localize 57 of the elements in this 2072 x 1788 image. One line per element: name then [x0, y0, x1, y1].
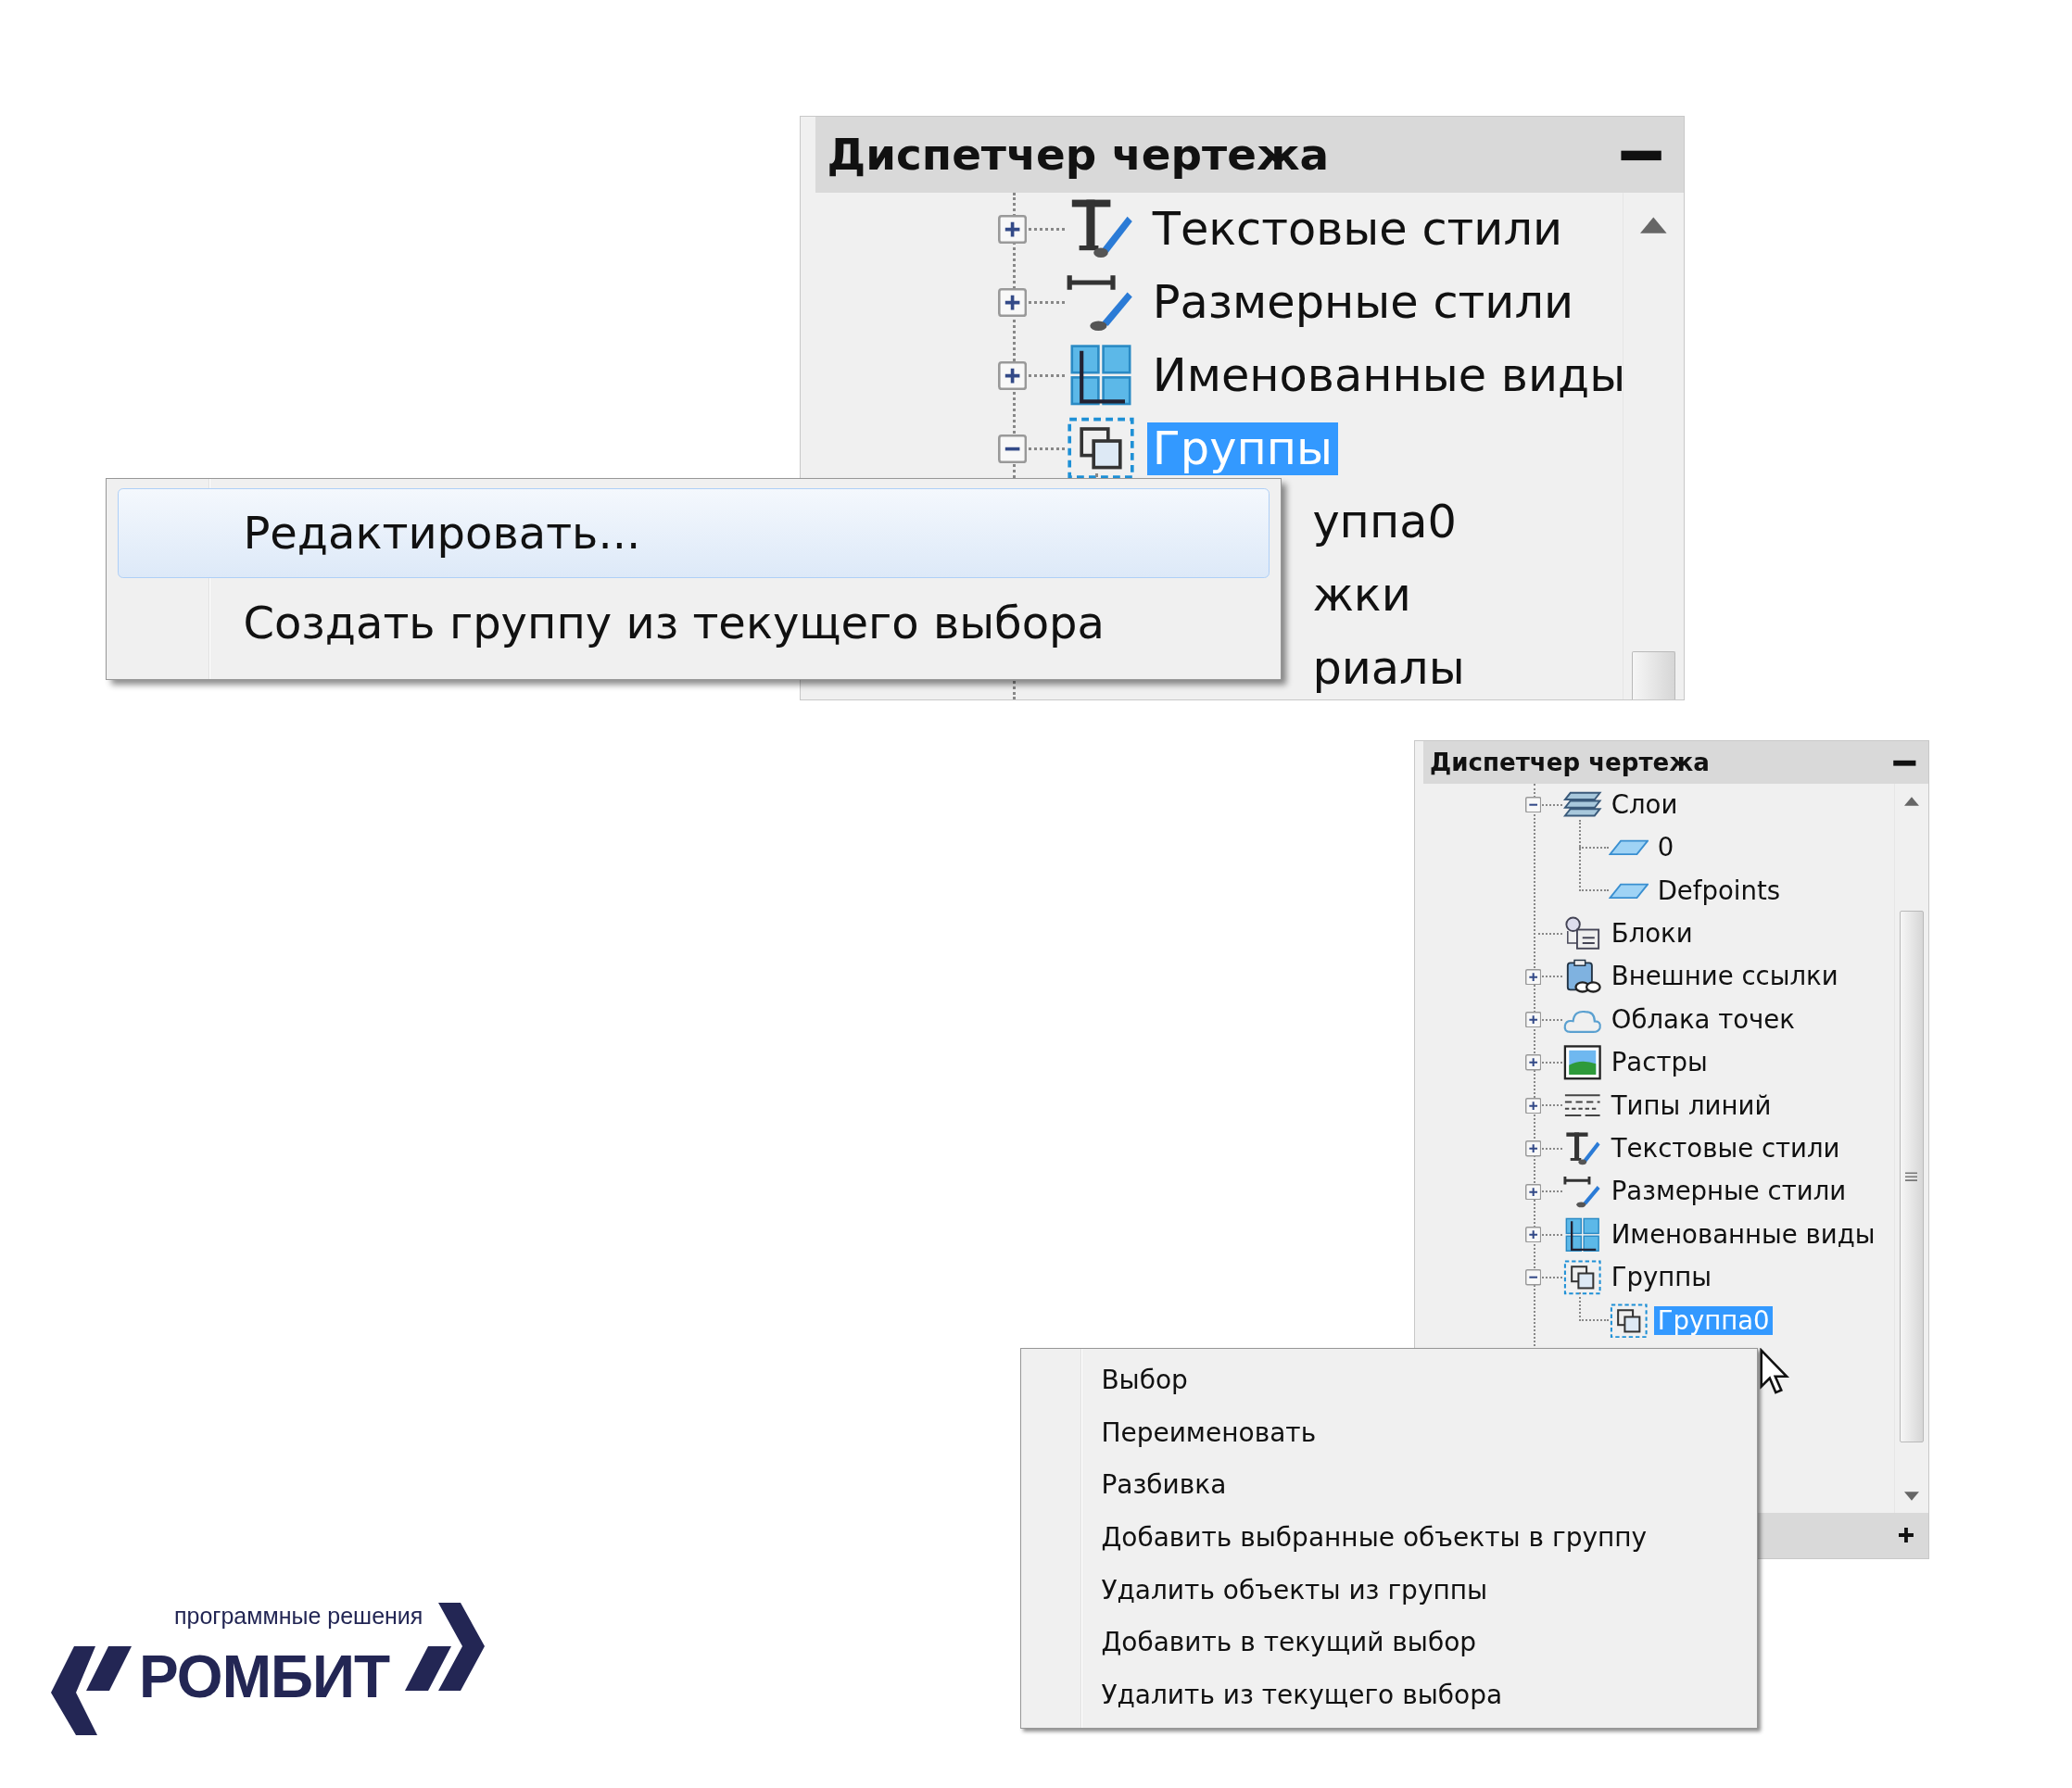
menu-item[interactable]: Добавить в текущий выбор [1028, 1616, 1750, 1668]
tree-item[interactable]: Облака точек [1608, 1004, 1799, 1035]
tree-item[interactable]: риалы [1307, 641, 1471, 695]
slash-icon [405, 1646, 451, 1691]
left-chevrons-icon [51, 1646, 133, 1736]
expand-icon[interactable] [1524, 1140, 1542, 1157]
logo-tagline: программные решения [174, 1602, 423, 1630]
tree-item[interactable]: жки [1307, 568, 1417, 622]
right-chevron-icon [438, 1603, 485, 1691]
scrollbar-thumb[interactable] [1632, 651, 1675, 699]
logo-name: РОМБИТ [139, 1644, 390, 1710]
collapse-icon[interactable] [1524, 1269, 1542, 1286]
tree-item[interactable]: Слои [1608, 789, 1681, 820]
cursor-icon [1759, 1348, 1790, 1396]
menu-item[interactable]: Удалить объекты из группы [1028, 1563, 1750, 1617]
panel-title: Диспетчер чертежа [827, 129, 1330, 180]
expand-icon[interactable] [1524, 1183, 1542, 1200]
tree-item[interactable]: Группы [1608, 1263, 1715, 1292]
panel-title: Диспетчер чертежа [1429, 748, 1710, 776]
image-icon [1561, 1045, 1603, 1080]
expand-icon[interactable] [998, 214, 1028, 244]
tree-item[interactable]: Блоки [1608, 919, 1696, 949]
tree-item[interactable]: Размерные стили [1146, 275, 1580, 329]
collapse-icon[interactable] [1524, 797, 1542, 813]
scroll-up-icon[interactable] [1640, 216, 1667, 233]
tree-item[interactable]: Именованные виды [1146, 348, 1623, 402]
tree-item[interactable]: Внешние ссылки [1608, 962, 1841, 992]
menu-item[interactable]: Переименовать [1028, 1406, 1750, 1459]
expand-icon[interactable] [1524, 1054, 1542, 1071]
expand-icon[interactable] [1524, 1011, 1542, 1028]
group-icon [1561, 1260, 1603, 1295]
expand-icon[interactable] [1524, 1097, 1542, 1114]
tree-item[interactable]: Текстовые стили [1608, 1134, 1843, 1164]
tree-item[interactable]: уппа0 [1307, 495, 1462, 548]
tree-item[interactable]: Текстовые стили [1146, 202, 1569, 256]
menu-item[interactable]: Выбор [1028, 1354, 1750, 1407]
expand-icon[interactable] [1524, 968, 1542, 985]
group-icon [1608, 1303, 1649, 1339]
expand-icon[interactable] [1524, 1226, 1542, 1243]
collapse-icon[interactable] [998, 434, 1028, 463]
expand-icon[interactable] [998, 287, 1028, 317]
scroll-up-icon[interactable] [1903, 797, 1919, 807]
menu-item[interactable]: Создать группу из текущего выбора [118, 577, 1270, 668]
menu-item[interactable]: Редактировать... [118, 487, 1270, 578]
tree-item[interactable]: Размерные стили [1608, 1177, 1850, 1207]
tree-item[interactable]: Именованные виды [1608, 1219, 1878, 1250]
menu-item[interactable]: Добавить выбранные объекты в группу [1028, 1511, 1750, 1564]
tree-item[interactable]: Defpoints [1654, 875, 1784, 906]
tree-item[interactable]: 0 [1654, 833, 1677, 863]
add-icon[interactable] [1899, 1528, 1914, 1543]
tree-item[interactable]: Типы линий [1608, 1090, 1775, 1121]
menu-item[interactable]: Удалить из текущего выбора [1028, 1668, 1750, 1721]
scrollbar-thumb[interactable] [1899, 911, 1924, 1443]
menu-item[interactable]: Разбивка [1028, 1458, 1750, 1512]
tree-item[interactable]: Растры [1608, 1048, 1711, 1077]
scroll-down-icon[interactable] [1903, 1491, 1919, 1501]
expand-icon[interactable] [998, 360, 1028, 390]
